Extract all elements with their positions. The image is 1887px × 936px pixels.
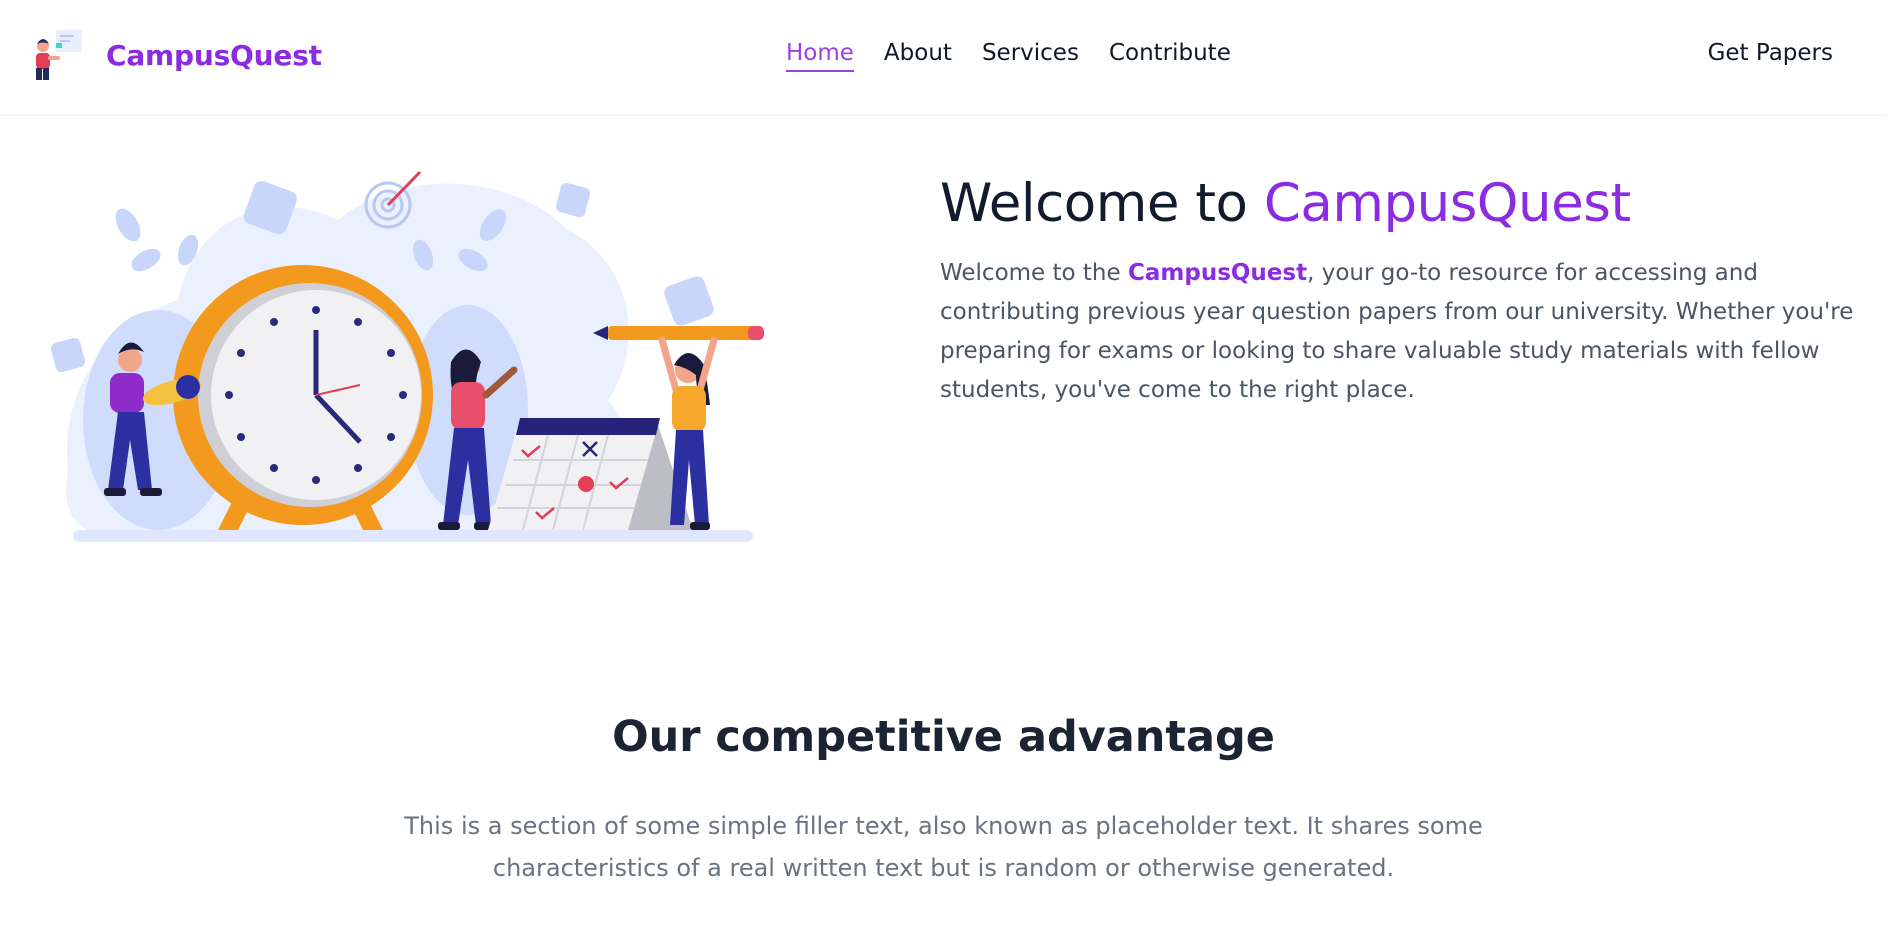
hero-title-accent: CampusQuest [1263,173,1631,234]
hero-description: Welcome to the CampusQuest, your go-to r… [940,254,1870,410]
hero-desc-brand: CampusQuest [1127,259,1308,286]
advantage-text: This is a section of some simple filler … [404,812,1483,882]
nav-about[interactable]: About [884,40,952,72]
hero-desc-prefix: Welcome to the [940,259,1128,286]
site-header: CampusQuest Home About Services Contribu… [0,0,1887,116]
main-nav: Home About Services Contribute [786,40,1231,72]
nav-contribute[interactable]: Contribute [1109,40,1231,72]
brand-name: CampusQuest [106,38,322,72]
advantage-title: Our competitive advantage [612,712,1275,762]
hero-title-prefix: Welcome to [940,173,1264,234]
nav-services[interactable]: Services [982,40,1079,72]
students-clock-calendar-illustration [50,170,764,542]
hero-title: Welcome to CampusQuest [940,172,1870,236]
get-papers-button[interactable]: Get Papers [1708,40,1833,66]
brand[interactable]: CampusQuest [28,26,322,84]
hero-text: Welcome to CampusQuest Welcome to the Ca… [940,172,1870,433]
nav-home[interactable]: Home [786,40,854,72]
student-with-board-icon [36,30,82,80]
